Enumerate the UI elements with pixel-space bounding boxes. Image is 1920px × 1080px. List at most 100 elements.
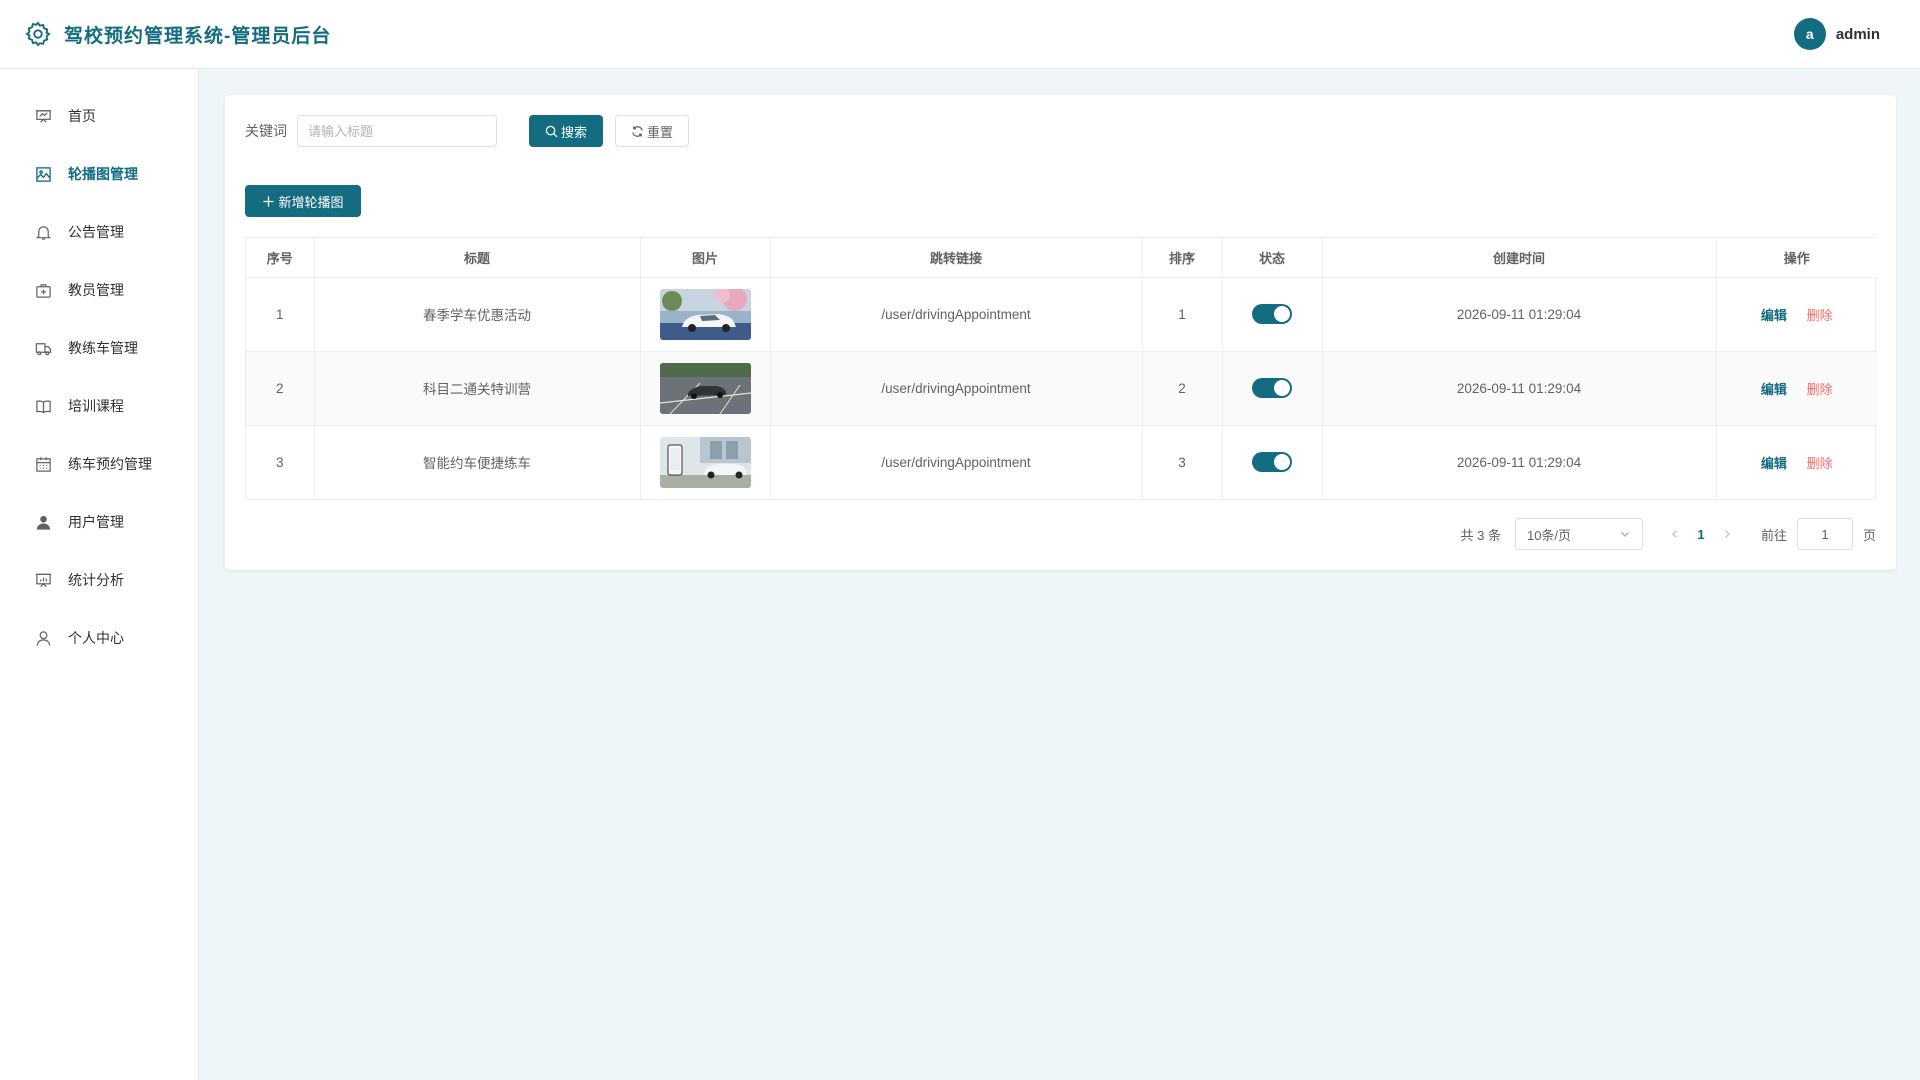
add-carousel-button[interactable]: 新增轮播图 [245, 185, 361, 217]
status-toggle[interactable] [1252, 452, 1292, 473]
cell-index: 3 [246, 425, 315, 499]
sidebar-item-label: 首页 [68, 108, 96, 124]
sidebar-item-label: 轮播图管理 [68, 166, 138, 182]
sidebar-item-announcements[interactable]: 公告管理 [0, 203, 198, 261]
cell-title: 科目二通关特训营 [314, 351, 641, 426]
column-header: 操作 [1716, 238, 1877, 278]
pagination: 共 3 条 10条/页 1 前往 页 [1460, 518, 1876, 550]
page-size-value: 10条/页 [1526, 527, 1572, 543]
carousel-thumbnail[interactable] [659, 288, 751, 340]
cell-image [640, 351, 771, 426]
search-bar: 关键词 搜索 重置 [245, 115, 1876, 147]
cell-created: 2026-09-11 01:29:04 [1322, 277, 1717, 352]
chevron-right-icon [1725, 530, 1730, 538]
keyword-input[interactable] [297, 115, 497, 147]
delete-button[interactable]: 删除 [1807, 382, 1833, 397]
cell-image [640, 277, 771, 352]
van-icon [34, 339, 52, 357]
sidebar-item-courses[interactable]: 培训课程 [0, 377, 198, 435]
cell-sort: 3 [1142, 425, 1223, 499]
sidebar-item-label: 统计分析 [68, 572, 124, 588]
goto-label: 前往 [1760, 527, 1787, 543]
toolbar: 新增轮播图 [245, 185, 1876, 217]
cell-created: 2026-09-11 01:29:04 [1322, 425, 1717, 499]
refresh-icon [632, 125, 643, 137]
table-header-row: 序号 标题 图片 跳转链接 排序 状态 创建时间 操作 [246, 238, 1877, 278]
cell-status [1222, 351, 1323, 426]
cell-status [1222, 425, 1323, 499]
bell-icon [34, 223, 52, 241]
first-aid-kit-icon [34, 281, 52, 299]
sidebar-item-label: 练车预约管理 [68, 456, 152, 472]
cell-sort: 2 [1142, 351, 1223, 426]
brand: 驾校预约管理系统-管理员后台 [24, 20, 331, 48]
page-suffix: 页 [1862, 527, 1876, 543]
add-button-label: 新增轮播图 [278, 194, 344, 210]
sidebar-item-users[interactable]: 用户管理 [0, 493, 198, 551]
carousel-table: 序号 标题 图片 跳转链接 排序 状态 创建时间 操作 1 春季学车优惠活动 /… [245, 237, 1877, 500]
sidebar-item-statistics[interactable]: 统计分析 [0, 551, 198, 609]
cell-index: 1 [246, 277, 315, 352]
username[interactable]: admin [1836, 26, 1880, 43]
sidebar-item-label: 教练车管理 [68, 340, 138, 356]
plus-icon [263, 195, 275, 207]
cell-link: /user/drivingAppointment [770, 351, 1143, 426]
keyword-label: 关键词 [245, 123, 287, 139]
carousel-thumbnail[interactable] [659, 362, 751, 414]
cell-created: 2026-09-11 01:29:04 [1322, 351, 1717, 426]
cell-link: /user/drivingAppointment [770, 277, 1143, 352]
user-menu[interactable]: a admin [1793, 18, 1880, 50]
column-header: 跳转链接 [770, 238, 1143, 278]
gear-icon [24, 20, 52, 48]
cell-actions: 编辑 删除 [1716, 277, 1877, 352]
column-header: 排序 [1142, 238, 1223, 278]
cell-sort: 1 [1142, 277, 1223, 352]
delete-button[interactable]: 删除 [1807, 456, 1833, 471]
edit-button[interactable]: 编辑 [1761, 456, 1787, 471]
column-header: 创建时间 [1322, 238, 1717, 278]
page-number-current[interactable]: 1 [1685, 527, 1717, 542]
next-page-button[interactable] [1717, 529, 1737, 539]
sidebar: 首页 轮播图管理 公告管理 教员管理 教练车管理 培训课程 练车预约管理 用户管… [0, 69, 199, 1080]
chevron-down-icon [1621, 532, 1629, 537]
status-toggle[interactable] [1252, 378, 1292, 398]
sidebar-item-profile[interactable]: 个人中心 [0, 609, 198, 667]
user-solid-icon [34, 513, 52, 531]
sidebar-item-appointments[interactable]: 练车预约管理 [0, 435, 198, 493]
status-toggle[interactable] [1252, 304, 1292, 324]
cell-index: 2 [246, 351, 315, 426]
presentation-icon [34, 107, 52, 125]
delete-button[interactable]: 删除 [1807, 308, 1833, 323]
user-icon [34, 629, 52, 647]
cell-image [640, 425, 771, 499]
pagination-total: 共 3 条 [1460, 527, 1501, 543]
data-board-icon [34, 571, 52, 589]
sidebar-item-label: 教员管理 [68, 282, 124, 298]
edit-button[interactable]: 编辑 [1761, 308, 1787, 323]
table-row: 3 智能约车便捷练车 /user/drivingAppointment 3 20… [246, 425, 1877, 499]
edit-button[interactable]: 编辑 [1761, 382, 1787, 397]
sidebar-item-carousel[interactable]: 轮播图管理 [0, 145, 198, 203]
sidebar-item-vehicles[interactable]: 教练车管理 [0, 319, 198, 377]
sidebar-item-home[interactable]: 首页 [0, 87, 198, 145]
avatar[interactable]: a [1793, 18, 1826, 50]
book-icon [34, 397, 52, 415]
cell-actions: 编辑 删除 [1716, 425, 1877, 499]
picture-icon [34, 165, 52, 183]
search-button[interactable]: 搜索 [529, 115, 603, 147]
column-header: 序号 [246, 238, 315, 278]
reset-button[interactable]: 重置 [615, 115, 689, 147]
page-size-select[interactable]: 10条/页 [1514, 518, 1643, 550]
prev-page-button[interactable] [1665, 529, 1685, 539]
sidebar-item-label: 用户管理 [68, 514, 124, 530]
sidebar-item-instructors[interactable]: 教员管理 [0, 261, 198, 319]
cell-title: 春季学车优惠活动 [314, 277, 641, 352]
sidebar-item-label: 公告管理 [68, 224, 124, 240]
content-card: 关键词 搜索 重置 新增轮播图 序号 标题 图片 [225, 95, 1896, 570]
goto-page-input[interactable] [1796, 518, 1853, 550]
table-row: 2 科目二通关特训营 /user/drivingAppointment 2 20… [246, 351, 1877, 426]
app-title: 驾校预约管理系统-管理员后台 [64, 25, 332, 47]
cell-status [1222, 277, 1323, 352]
carousel-thumbnail[interactable] [659, 436, 751, 488]
search-icon [545, 125, 558, 138]
